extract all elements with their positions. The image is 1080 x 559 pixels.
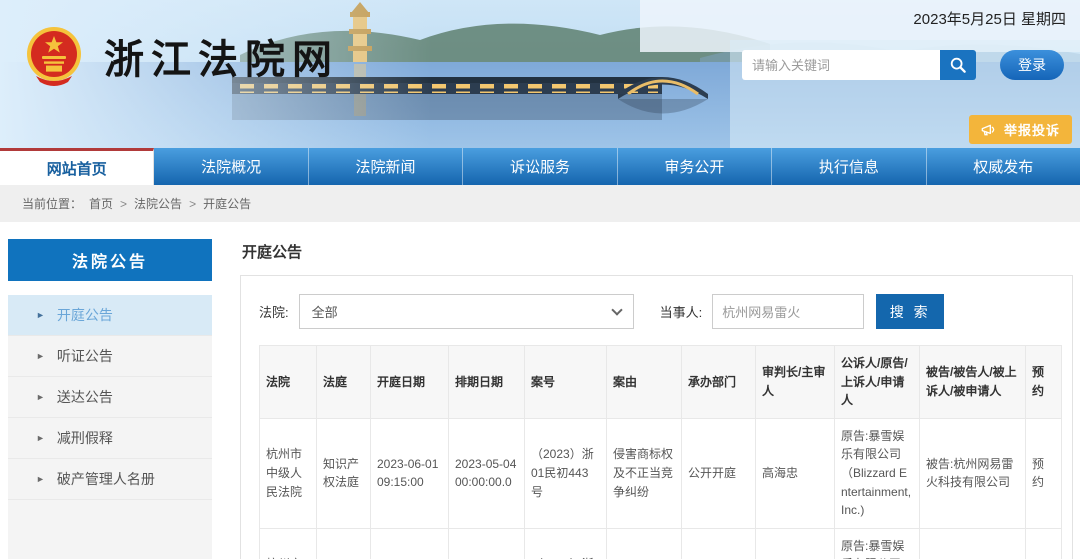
column-header: 案由	[607, 346, 682, 419]
table-cell: （2023）浙01民初443号	[525, 418, 607, 528]
table-cell: 杭州市中级人民法院	[260, 418, 317, 528]
triangle-bullet-icon: ►	[36, 352, 45, 361]
nav-item-2[interactable]: 法院概况	[154, 148, 308, 185]
breadcrumb-link-1[interactable]: 首页	[89, 195, 113, 212]
triangle-bullet-icon: ►	[36, 434, 45, 443]
breadcrumb-separator: >	[120, 197, 127, 211]
sidebar-item-label: 开庭公告	[57, 305, 113, 325]
nav-item-1[interactable]: 网站首页	[0, 148, 154, 185]
sidebar-item-3[interactable]: ► 送达公告	[8, 377, 212, 418]
breadcrumb-link-3[interactable]: 开庭公告	[203, 195, 251, 212]
breadcrumb: 当前位置： 首页 > 法院公告 > 开庭公告	[0, 185, 1080, 222]
column-header: 公诉人/原告/上诉人/申请人	[835, 346, 920, 419]
triangle-bullet-icon: ►	[36, 393, 45, 402]
table-cell: 高海忠	[756, 418, 835, 528]
table-cell: 杭州市中级人民法院	[260, 528, 317, 559]
table-cell: 知识产权法庭	[317, 418, 371, 528]
column-header: 法院	[260, 346, 317, 419]
announcement-panel: 法院: 全部 当事人: 搜 索 法院法庭开庭日期排期日期案号案由承办部门审判长/…	[240, 275, 1073, 559]
table-cell: 知识产权法庭	[317, 528, 371, 559]
report-complaint-label: 举报投诉	[1004, 120, 1060, 139]
table-cell: 被告:杭州网易雷火科技有限公司	[920, 418, 1026, 528]
table-cell: 2023-05-04 00:00:00.0	[449, 418, 525, 528]
table-cell: （2023）浙01民初444号	[525, 528, 607, 559]
sidebar-item-label: 破产管理人名册	[57, 469, 155, 489]
table-cell: 王玲	[756, 528, 835, 559]
column-header: 被告/被告人/被上诉人/被申请人	[920, 346, 1026, 419]
sidebar-item-4[interactable]: ► 减刑假释	[8, 418, 212, 459]
keyword-search-input[interactable]	[742, 50, 940, 80]
table-cell: 被告:杭州网易雷火科技有限公司	[920, 528, 1026, 559]
table-search-button[interactable]: 搜 索	[876, 294, 944, 329]
site-logo: 浙江法院网	[22, 24, 339, 88]
sidebar-item-1[interactable]: ► 开庭公告	[8, 295, 212, 336]
content-area: 法院公告 ► 开庭公告 ► 听证公告 ► 送达公告 ► 减刑假释 ► 破产管理人名册 开庭公告 法…	[0, 222, 1080, 559]
court-filter-label: 法院:	[259, 302, 289, 321]
sidebar-item-2[interactable]: ► 听证公告	[8, 336, 212, 377]
court-select[interactable]: 全部	[299, 294, 634, 329]
site-title: 浙江法院网	[104, 27, 339, 85]
triangle-bullet-icon: ►	[36, 311, 45, 320]
court-select-value: 全部	[312, 302, 338, 321]
site-header: 浙江法院网 2023年5月25日 星期四 登录 举报投诉	[0, 0, 1080, 148]
nav-item-6[interactable]: 执行信息	[772, 148, 926, 185]
column-header: 预约	[1026, 346, 1062, 419]
current-date: 2023年5月25日 星期四	[913, 8, 1066, 29]
national-emblem-icon	[22, 24, 86, 88]
table-cell: 2023-06-01 09:15:00	[371, 418, 449, 528]
nav-item-7[interactable]: 权威发布	[927, 148, 1080, 185]
column-header: 排期日期	[449, 346, 525, 419]
triangle-bullet-icon: ►	[36, 475, 45, 484]
breadcrumb-path: 首页 > 法院公告 > 开庭公告	[89, 195, 251, 212]
table-row: 杭州市中级人民法院知识产权法庭2023-06-01 14:30:002023-0…	[260, 528, 1062, 559]
table-cell: 原告:暴雪娱乐有限公司（Blizzard Entertainment, Inc.…	[835, 418, 920, 528]
nav-item-5[interactable]: 审务公开	[618, 148, 772, 185]
table-cell: 2023-05-04 00:00:00.0	[449, 528, 525, 559]
sidebar-item-label: 减刑假释	[57, 428, 113, 448]
header-search-area: 登录	[742, 50, 1064, 80]
page-title: 开庭公告	[242, 241, 1073, 262]
booking-cell[interactable]: 预约	[1026, 528, 1062, 559]
party-input[interactable]	[712, 294, 864, 329]
sidebar-item-label: 听证公告	[57, 346, 113, 366]
sidebar-title: 法院公告	[8, 239, 212, 281]
court-table: 法院法庭开庭日期排期日期案号案由承办部门审判长/主审人公诉人/原告/上诉人/申请…	[259, 345, 1062, 559]
sidebar: 法院公告 ► 开庭公告 ► 听证公告 ► 送达公告 ► 减刑假释 ► 破产管理人名册	[8, 239, 212, 559]
login-button[interactable]: 登录	[1000, 50, 1064, 80]
column-header: 承办部门	[682, 346, 756, 419]
table-cell: 2023-06-01 14:30:00	[371, 528, 449, 559]
filter-row: 法院: 全部 当事人: 搜 索	[259, 294, 1062, 329]
table-cell: 公开开庭	[682, 418, 756, 528]
magnifier-icon	[949, 56, 967, 74]
nav-item-3[interactable]: 法院新闻	[309, 148, 463, 185]
column-header: 开庭日期	[371, 346, 449, 419]
table-cell: 著作权侵权纠纷	[607, 528, 682, 559]
column-header: 审判长/主审人	[756, 346, 835, 419]
table-cell: 公开开庭	[682, 528, 756, 559]
table-cell: 侵害商标权及不正当竞争纠纷	[607, 418, 682, 528]
nav-item-4[interactable]: 诉讼服务	[463, 148, 617, 185]
column-header: 法庭	[317, 346, 371, 419]
table-row: 杭州市中级人民法院知识产权法庭2023-06-01 09:15:002023-0…	[260, 418, 1062, 528]
megaphone-icon	[981, 123, 997, 137]
search-button[interactable]	[940, 50, 976, 80]
booking-cell[interactable]: 预约	[1026, 418, 1062, 528]
column-header: 案号	[525, 346, 607, 419]
table-header-row: 法院法庭开庭日期排期日期案号案由承办部门审判长/主审人公诉人/原告/上诉人/申请…	[260, 346, 1062, 419]
sidebar-item-label: 送达公告	[57, 387, 113, 407]
main-nav: 网站首页法院概况法院新闻诉讼服务审务公开执行信息权威发布	[0, 148, 1080, 185]
party-filter-label: 当事人:	[660, 302, 703, 321]
breadcrumb-separator: >	[189, 197, 196, 211]
report-complaint-button[interactable]: 举报投诉	[969, 115, 1072, 144]
breadcrumb-prefix: 当前位置：	[22, 195, 82, 212]
chevron-down-icon	[611, 304, 622, 315]
sidebar-menu: ► 开庭公告 ► 听证公告 ► 送达公告 ► 减刑假释 ► 破产管理人名册	[8, 295, 212, 559]
main-panel: 开庭公告 法院: 全部 当事人: 搜 索 法院法庭开庭日期排期日期案号案由承办部…	[240, 239, 1073, 559]
sidebar-item-5[interactable]: ► 破产管理人名册	[8, 459, 212, 500]
breadcrumb-link-2[interactable]: 法院公告	[134, 195, 182, 212]
table-cell: 原告:暴雪娱乐有限公司（Blizzard Entertainment, Inc.…	[835, 528, 920, 559]
